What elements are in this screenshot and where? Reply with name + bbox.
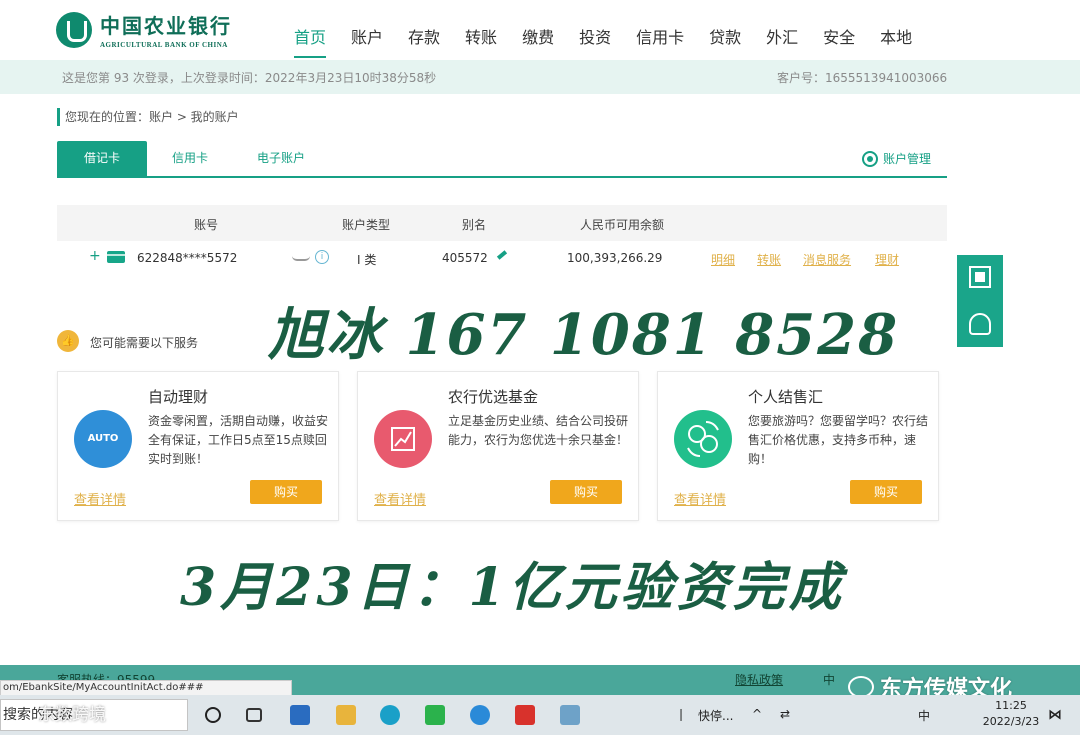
card-icon (107, 251, 125, 263)
info-icon[interactable]: i (315, 250, 329, 264)
nav-local[interactable]: 本地 (880, 24, 912, 58)
detail-link[interactable]: 明细 (711, 251, 735, 268)
account-number: 622848****5572 (137, 251, 238, 265)
clock-time: 11:25 (995, 699, 1027, 712)
edge-icon[interactable] (380, 705, 400, 725)
gear-icon (861, 150, 878, 167)
account-type: I 类 (357, 253, 377, 267)
breadcrumb: 您现在的位置：账户 > 我的账户 (57, 108, 239, 126)
account-management-button[interactable]: 账户管理 (861, 150, 931, 167)
login-info-text: 这是您第 93 次登录，上次登录时间：2022年3月23日10时38分58秒 (62, 71, 437, 85)
nav-account[interactable]: 账户 (351, 24, 383, 58)
windows-taskbar: 搜索的内容 东数跨境 ❘ 快停... ^ ⇄ 中 11:25 2022/3/23… (0, 695, 1080, 735)
card-description: 立足基金历史业绩、结合公司投研能力，农行为您优选十余只基金！ (448, 414, 629, 447)
chevron-up-icon[interactable]: ^ (752, 707, 762, 721)
clock-date: 2022/3/23 (982, 715, 1040, 728)
watermark-text-2: 东数跨境 (38, 705, 106, 725)
network-icon[interactable]: ⇄ (780, 707, 790, 721)
view-details-link[interactable]: 查看详情 (374, 489, 426, 508)
mail-icon[interactable] (290, 705, 310, 725)
nav-forex[interactable]: 外汇 (766, 24, 798, 58)
buy-button[interactable]: 购买 (250, 480, 322, 504)
main-nav: 首页 账户 存款 转账 缴费 投资 信用卡 贷款 外汇 安全 本地 (294, 24, 937, 58)
notification-icon[interactable]: ⋈ (1048, 707, 1062, 723)
qr-code-icon[interactable] (969, 266, 991, 288)
eye-icon[interactable] (292, 256, 310, 261)
app-indicator-icon[interactable]: ❘ (676, 707, 686, 721)
side-float-panel (957, 255, 1003, 347)
app2-icon[interactable] (560, 705, 580, 725)
thumb-icon: 👍 (57, 330, 79, 352)
transfer-link[interactable]: 转账 (757, 251, 781, 268)
input-lang[interactable]: 中 (918, 707, 930, 724)
tab-debit-card[interactable]: 借记卡 (57, 141, 147, 176)
nav-deposit[interactable]: 存款 (408, 24, 440, 58)
customer-number: 客户号：1655513941003066 (777, 71, 948, 85)
wechat-icon[interactable] (425, 705, 445, 725)
nav-invest[interactable]: 投资 (579, 24, 611, 58)
buy-button[interactable]: 购买 (850, 480, 922, 504)
privacy-link[interactable]: 隐私政策 (735, 671, 783, 688)
footer-text: 中 (823, 673, 836, 687)
account-table-header: 账号 账户类型 别名 人民币可用余额 (57, 205, 947, 241)
nav-loan[interactable]: 贷款 (709, 24, 741, 58)
account-management-label: 账户管理 (882, 152, 931, 166)
wealth-link[interactable]: 理财 (875, 251, 899, 268)
buy-button[interactable]: 购买 (550, 480, 622, 504)
nav-credit-card[interactable]: 信用卡 (636, 24, 684, 58)
overlay-caption-text: 3月23日：1亿元验资完成 (180, 557, 845, 618)
view-details-link[interactable]: 查看详情 (674, 489, 726, 508)
card-title: 农行优选基金 (448, 388, 539, 406)
nav-home[interactable]: 首页 (294, 24, 327, 58)
expand-button[interactable]: + (89, 248, 101, 264)
taskbar-clock[interactable]: 11:25 2022/3/23 (982, 698, 1040, 730)
fund-chart-icon (374, 410, 432, 468)
nav-payment[interactable]: 缴费 (522, 24, 554, 58)
abc-logo[interactable]: 中国农业银行 AGRICULTURAL BANK OF CHINA (56, 10, 232, 49)
nav-transfer[interactable]: 转账 (465, 24, 497, 58)
logo-cn-text: 中国农业银行 (100, 14, 232, 38)
card-title: 自动理财 (148, 388, 209, 406)
service-card-fund: 农行优选基金 立足基金历史业绩、结合公司投研能力，农行为您优选十余只基金！ 查看… (357, 371, 639, 521)
wps-icon[interactable] (515, 705, 535, 725)
card-title: 个人结售汇 (748, 388, 824, 406)
view-details-link[interactable]: 查看详情 (74, 489, 126, 508)
logo-en-text: AGRICULTURAL BANK OF CHINA (100, 41, 228, 49)
tab-credit-card[interactable]: 信用卡 (172, 141, 208, 176)
auto-finance-icon: AUTO (74, 410, 132, 468)
file-explorer-icon[interactable] (336, 705, 356, 725)
col-balance: 人民币可用余额 (580, 218, 665, 232)
col-account: 账号 (194, 218, 219, 232)
app-label[interactable]: 快停... (698, 707, 733, 724)
services-title: 您可能需要以下服务 (90, 336, 199, 350)
tab-e-account[interactable]: 电子账户 (257, 141, 305, 176)
col-type: 账户类型 (342, 218, 391, 232)
edit-icon[interactable] (496, 250, 508, 260)
card-description: 您要旅游吗？您要留学吗？农行结售汇价格优惠，支持多币种，速购！ (748, 414, 929, 466)
table-row: + 622848****5572 i I 类 405572 100,393,26… (57, 241, 947, 277)
abc-logo-icon (56, 11, 92, 48)
service-card-auto-finance: AUTO 自动理财 资金零闲置，活期自动赚，收益安全有保证，工作日5点至15点赎… (57, 371, 339, 521)
task-view-icon[interactable] (246, 708, 262, 722)
app-icon[interactable] (470, 705, 490, 725)
status-url-tooltip: om/EbankSite/MyAccountInitAct.do### (0, 680, 292, 696)
customer-service-icon[interactable] (969, 313, 991, 335)
login-info-bar: 这是您第 93 次登录，上次登录时间：2022年3月23日10时38分58秒 客… (0, 60, 1080, 94)
overlay-contact-text: 旭冰 167 1081 8528 (268, 302, 900, 368)
site-header: 中国农业银行 AGRICULTURAL BANK OF CHINA 首页 账户 … (0, 0, 1080, 60)
message-service-link[interactable]: 消息服务 (803, 251, 851, 268)
account-balance: 100,393,266.29 (567, 251, 663, 265)
col-alias: 别名 (462, 218, 487, 232)
card-description: 资金零闲置，活期自动赚，收益安全有保证，工作日5点至15点赎回实时到账！ (148, 414, 329, 466)
account-alias: 405572 (442, 251, 488, 265)
service-card-forex: 个人结售汇 您要旅游吗？您要留学吗？农行结售汇价格优惠，支持多币种，速购！ 查看… (657, 371, 939, 521)
nav-security[interactable]: 安全 (823, 24, 855, 58)
cortana-icon[interactable] (205, 707, 221, 723)
currency-exchange-icon (674, 410, 732, 468)
account-tabs: 借记卡 信用卡 电子账户 账户管理 (57, 141, 947, 178)
